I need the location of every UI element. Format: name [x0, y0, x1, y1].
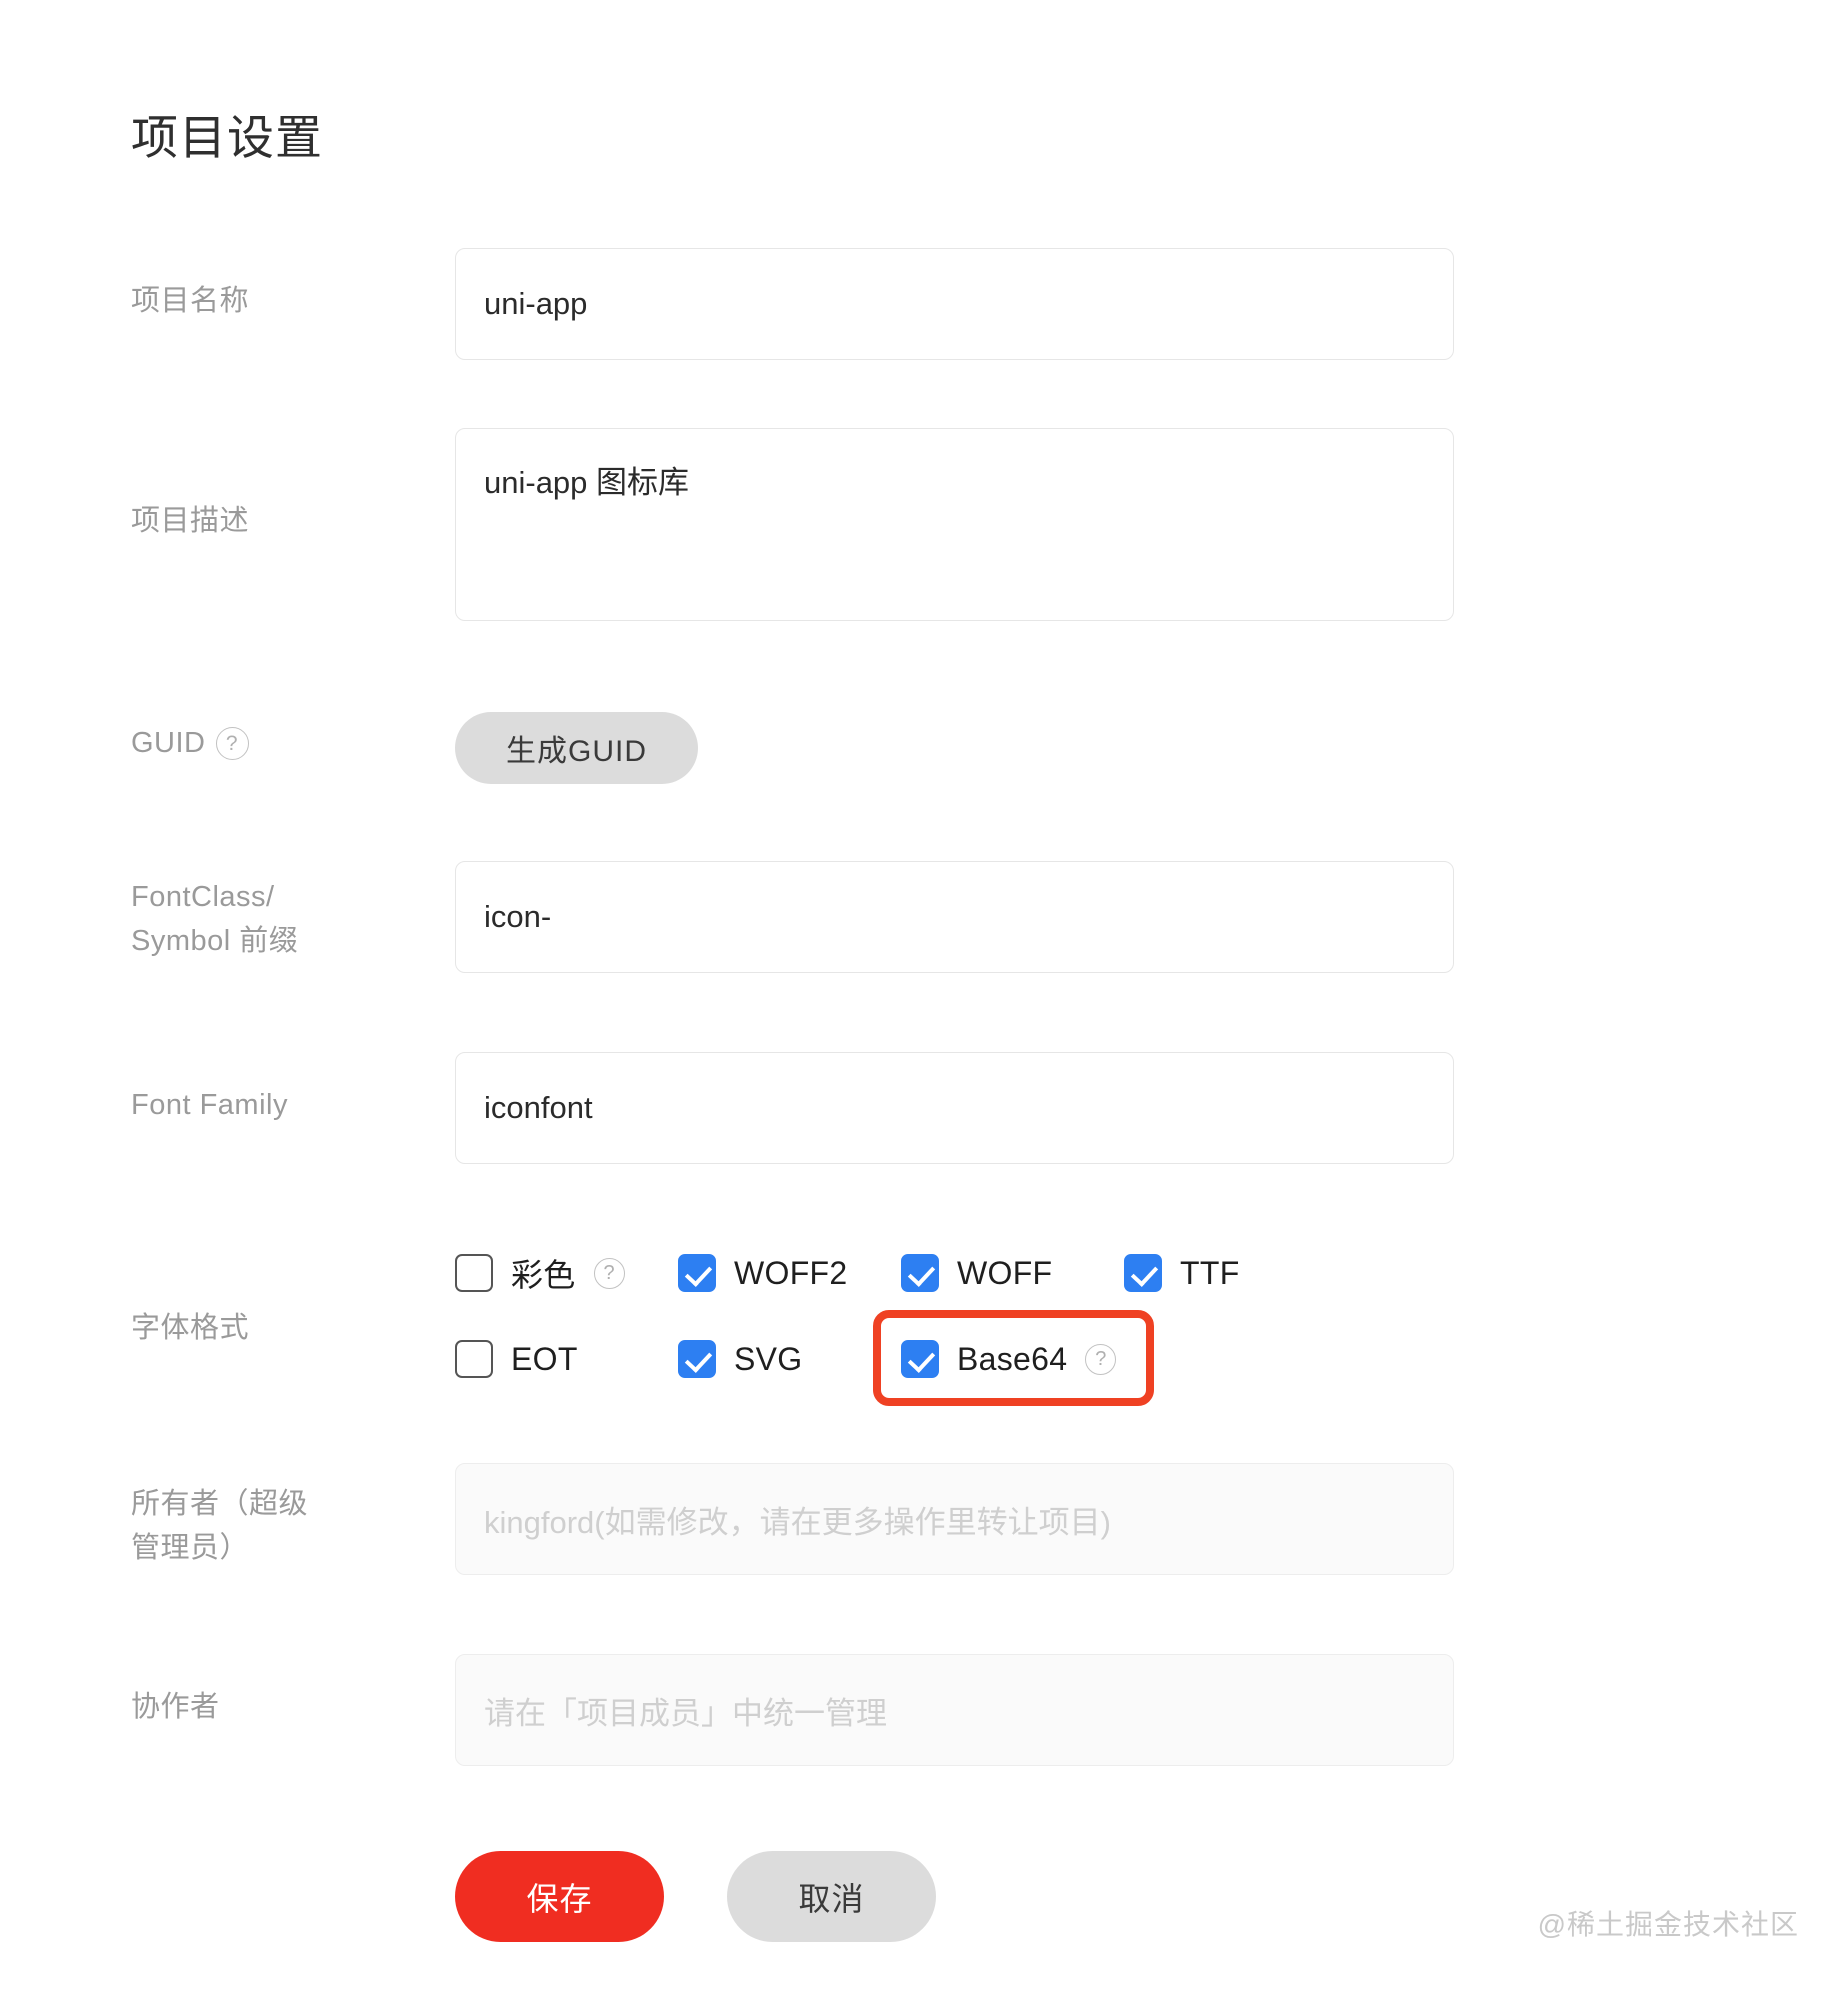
owner-label: 所有者（超级 管理员）	[131, 1483, 346, 1570]
project-description-label: 项目描述	[131, 505, 250, 537]
font-format-option-彩色[interactable]: 彩色?	[455, 1230, 625, 1316]
font-family-control: iconfont	[455, 1052, 1454, 1164]
cancel-button[interactable]: 取消	[727, 1851, 936, 1942]
project-description-control: uni-app 图标库	[455, 428, 1454, 621]
page-title: 项目设置	[131, 111, 323, 165]
owner-label-line2: 管理员）	[131, 1531, 250, 1564]
project-settings-page: 项目设置 项目名称 uni-app 项目描述 uni-app 图标库 GUID …	[0, 0, 1836, 2000]
font-format-label: WOFF2	[734, 1254, 848, 1291]
font-format-option-svg[interactable]: SVG	[678, 1316, 802, 1402]
font-format-option-woff[interactable]: WOFF	[901, 1230, 1052, 1316]
collaborators-input: 请在「项目成员」中统一管理	[455, 1654, 1454, 1766]
checkbox-unchecked-icon[interactable]	[455, 1340, 493, 1378]
fontclass-prefix-control: icon-	[455, 861, 1454, 973]
project-description-textarea[interactable]: uni-app 图标库	[455, 428, 1454, 621]
guid-label-text: GUID	[131, 727, 206, 759]
owner-input: kingford(如需修改，请在更多操作里转让项目)	[455, 1463, 1454, 1575]
question-circle-icon[interactable]: ?	[1085, 1343, 1117, 1375]
font-format-label: 彩色	[511, 1257, 576, 1293]
font-family-input[interactable]: iconfont	[455, 1052, 1454, 1164]
font-format-label: WOFF	[957, 1254, 1053, 1291]
font-formats-control: 彩色? WOFF2 WOFF TTF EOT SVG Base64?	[455, 1230, 1465, 1406]
owner-control: kingford(如需修改，请在更多操作里转让项目)	[455, 1463, 1454, 1575]
save-button[interactable]: 保存	[455, 1851, 664, 1942]
checkbox-checked-icon[interactable]	[901, 1254, 939, 1292]
font-format-label: Base64	[957, 1340, 1068, 1377]
font-format-option-eot[interactable]: EOT	[455, 1316, 578, 1402]
font-family-label: Font Family	[131, 1089, 288, 1121]
watermark: @稀土掘金技术社区	[1537, 1909, 1799, 1940]
font-format-option-base64[interactable]: Base64?	[901, 1316, 1117, 1402]
collaborators-label: 协作者	[131, 1691, 220, 1723]
font-format-label: TTF	[1180, 1254, 1240, 1291]
project-name-control: uni-app	[455, 248, 1454, 360]
font-formats-label: 字体格式	[131, 1312, 250, 1344]
font-format-checkbox-grid: 彩色? WOFF2 WOFF TTF EOT SVG Base64?	[455, 1230, 1465, 1406]
question-circle-icon[interactable]: ?	[593, 1257, 625, 1289]
fontclass-prefix-label-line2: Symbol 前缀	[131, 924, 299, 957]
font-format-label: EOT	[511, 1340, 578, 1377]
project-name-label: 项目名称	[131, 285, 250, 317]
font-format-option-woff2[interactable]: WOFF2	[678, 1230, 847, 1316]
collaborators-placeholder: 请在「项目成员」中统一管理	[484, 1695, 887, 1731]
guid-control: 生成GUID	[455, 712, 698, 784]
collaborators-control: 请在「项目成员」中统一管理	[455, 1654, 1454, 1766]
checkbox-checked-icon[interactable]	[678, 1254, 716, 1292]
guid-label: GUID ?	[131, 722, 346, 766]
checkbox-checked-icon[interactable]	[901, 1340, 939, 1378]
generate-guid-button[interactable]: 生成GUID	[455, 712, 698, 784]
fontclass-prefix-input[interactable]: icon-	[455, 861, 1454, 973]
fontclass-prefix-label: FontClass/ Symbol 前缀	[131, 876, 346, 963]
fontclass-prefix-label-line1: FontClass/	[131, 881, 275, 913]
font-format-option-ttf[interactable]: TTF	[1124, 1230, 1240, 1316]
project-name-input[interactable]: uni-app	[455, 248, 1454, 360]
checkbox-checked-icon[interactable]	[678, 1340, 716, 1378]
font-format-label: SVG	[734, 1340, 803, 1377]
owner-label-line1: 所有者（超级	[131, 1488, 309, 1520]
checkbox-checked-icon[interactable]	[1124, 1254, 1162, 1292]
font-format-row-2: EOT SVG Base64?	[455, 1316, 1465, 1402]
form-actions-control: 保存 取消	[455, 1851, 936, 1942]
checkbox-unchecked-icon[interactable]	[455, 1254, 493, 1292]
question-circle-icon[interactable]: ?	[215, 727, 249, 761]
owner-placeholder: kingford(如需修改，请在更多操作里转让项目)	[484, 1504, 1111, 1540]
font-format-row-1: 彩色? WOFF2 WOFF TTF	[455, 1230, 1465, 1316]
